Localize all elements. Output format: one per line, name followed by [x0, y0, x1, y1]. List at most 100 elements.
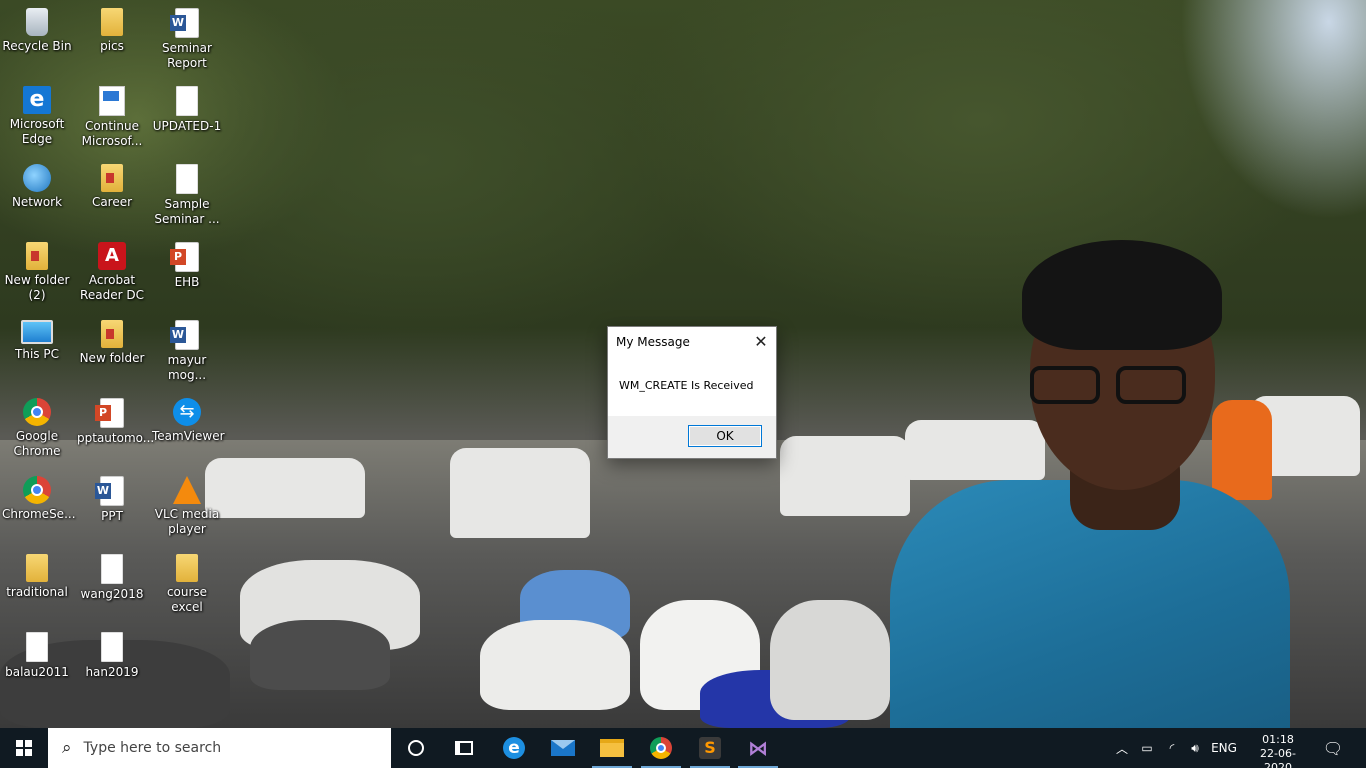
desktop-icon-mayur-mog[interactable]: mayur mog...	[150, 312, 224, 383]
desktop-icon-label: traditional	[6, 585, 68, 599]
desktop-icon-label: pics	[100, 39, 124, 53]
wallpaper-bike	[250, 620, 390, 690]
desktop-icon-traditional[interactable]: traditional	[0, 546, 74, 600]
volume-button[interactable]: 🔊︎	[1184, 728, 1206, 768]
start-button[interactable]	[0, 728, 48, 768]
desktop-icon-acrobat-reader[interactable]: A Acrobat Reader DC	[75, 234, 149, 303]
wallpaper-car	[905, 420, 1045, 480]
desktop-icon-chromesetup[interactable]: ChromeSe...	[0, 468, 76, 522]
desktop-icon-new-folder[interactable]: New folder	[75, 312, 149, 366]
word-document-icon	[170, 320, 199, 350]
desktop-icon-label: han2019	[85, 665, 139, 679]
document-icon	[176, 86, 198, 116]
wallpaper-bike	[770, 600, 890, 720]
message-box-title: My Message	[616, 335, 690, 349]
desktop-icon-label: ChromeSe...	[2, 507, 76, 521]
desktop-icon-pptautomo[interactable]: pptautomo...	[75, 390, 154, 446]
document-icon	[26, 632, 48, 662]
desktop-icon-label: EHB	[174, 275, 200, 289]
language-indicator[interactable]: ENG	[1208, 728, 1240, 768]
message-box-footer: OK	[608, 416, 776, 458]
desktop-icon-continue-microsoft[interactable]: Continue Microsof...	[75, 78, 149, 149]
task-view-icon	[455, 741, 473, 755]
desktop-icon-label: PPT	[101, 509, 123, 523]
desktop-icon-recycle-bin[interactable]: Recycle Bin	[0, 0, 74, 54]
folder-icon	[101, 8, 123, 36]
show-hidden-icons-button[interactable]: ︿	[1112, 728, 1132, 768]
desktop-icon-seminar-report[interactable]: Seminar Report	[150, 0, 224, 71]
desktop-icon-this-pc[interactable]: This PC	[0, 312, 74, 362]
desktop-icon-label: New folder (2)	[4, 273, 70, 302]
battery-button[interactable]: ▭	[1136, 728, 1158, 768]
close-icon[interactable]: ✕	[750, 331, 772, 353]
chrome-icon	[23, 398, 51, 426]
chevron-up-icon: ︿	[1115, 741, 1128, 756]
message-box-titlebar[interactable]: My Message ✕	[608, 327, 776, 357]
taskbar-file-explorer[interactable]	[588, 728, 636, 768]
taskbar-mail[interactable]	[539, 728, 587, 768]
document-icon	[101, 554, 123, 584]
desktop-icon-han2019[interactable]: han2019	[75, 624, 149, 680]
desktop-icon-label: Sample Seminar ...	[154, 197, 220, 226]
document-icon	[176, 164, 198, 194]
clock-time: 01:18	[1262, 733, 1294, 746]
ok-button[interactable]: OK	[688, 425, 762, 447]
desktop-icon-label: UPDATED-1	[152, 119, 222, 133]
desktop-icon-vlc[interactable]: VLC media player	[150, 468, 224, 537]
desktop-icon-microsoft-edge[interactable]: e Microsoft Edge	[0, 78, 74, 147]
microsoft-document-icon	[99, 86, 125, 116]
desktop-icon-label: This PC	[15, 347, 59, 361]
wallpaper-car	[780, 436, 910, 516]
desktop-icon-pics[interactable]: pics	[75, 0, 149, 54]
desktop-icon-label: Microsoft Edge	[9, 117, 65, 146]
language-label: ENG	[1211, 741, 1237, 755]
desktop-icon-label: Google Chrome	[13, 429, 61, 458]
desktop-icon-ppt[interactable]: PPT	[75, 468, 149, 524]
wallpaper-car	[205, 458, 365, 518]
taskbar-clock[interactable]: 01:18 22-06-2020	[1250, 728, 1306, 768]
taskbar-chrome[interactable]	[637, 728, 685, 768]
desktop-icon-label: Recycle Bin	[2, 39, 72, 53]
teamviewer-icon: ⇆	[173, 398, 201, 426]
desktop-icon-sample-seminar[interactable]: Sample Seminar ...	[150, 156, 224, 227]
desktop-icon-wang2018[interactable]: wang2018	[75, 546, 149, 602]
desktop-icon-teamviewer[interactable]: ⇆ TeamViewer	[150, 390, 225, 444]
taskbar-sublime-text[interactable]: S	[686, 728, 734, 768]
mail-icon	[551, 740, 575, 756]
desktop-icon-updated-1[interactable]: UPDATED-1	[150, 78, 224, 134]
desktop-icon-label: course excel	[166, 585, 208, 614]
cortana-icon	[408, 740, 424, 756]
wallpaper-background-person	[1212, 400, 1272, 500]
word-document-icon	[95, 476, 124, 506]
action-center-button[interactable]: 🗨︎	[1318, 728, 1348, 768]
desktop-icon-network[interactable]: Network	[0, 156, 74, 210]
visual-studio-icon: ⋈	[748, 736, 768, 760]
task-view-button[interactable]	[440, 728, 488, 768]
message-box-text: WM_CREATE Is Received	[619, 379, 754, 392]
desktop-icon-label: Network	[11, 195, 63, 209]
wifi-icon: ◜	[1169, 741, 1175, 755]
desktop-icon-google-chrome[interactable]: Google Chrome	[0, 390, 74, 459]
desktop-icon-label: Seminar Report	[162, 41, 212, 70]
recycle-bin-icon	[26, 8, 48, 36]
desktop-icon-balau2011[interactable]: balau2011	[0, 624, 74, 680]
clock-date: 22-06-2020	[1260, 747, 1296, 768]
search-placeholder: Type here to search	[83, 740, 222, 756]
taskbar-visual-studio[interactable]: ⋈	[734, 728, 782, 768]
wallpaper-person-hair	[1022, 240, 1222, 350]
powerpoint-icon	[95, 398, 124, 428]
acrobat-icon: A	[98, 242, 126, 270]
desktop-icon-label: balau2011	[5, 665, 69, 679]
desktop-icon-new-folder-2[interactable]: New folder (2)	[0, 234, 74, 303]
wallpaper-bike	[480, 620, 630, 710]
desktop-icon-ehb[interactable]: EHB	[150, 234, 224, 290]
speaker-icon: 🔊︎	[1191, 740, 1199, 755]
chrome-setup-icon	[23, 476, 51, 504]
taskbar-search-box[interactable]: ⌕ Type here to search	[48, 728, 391, 768]
desktop-icon-course-excel[interactable]: course excel	[150, 546, 224, 615]
desktop-icon-career[interactable]: Career	[75, 156, 149, 210]
taskbar-edge[interactable]: e	[490, 728, 538, 768]
network-button[interactable]: ◜	[1161, 728, 1183, 768]
cortana-button[interactable]	[392, 728, 440, 768]
vlc-icon	[173, 476, 201, 504]
